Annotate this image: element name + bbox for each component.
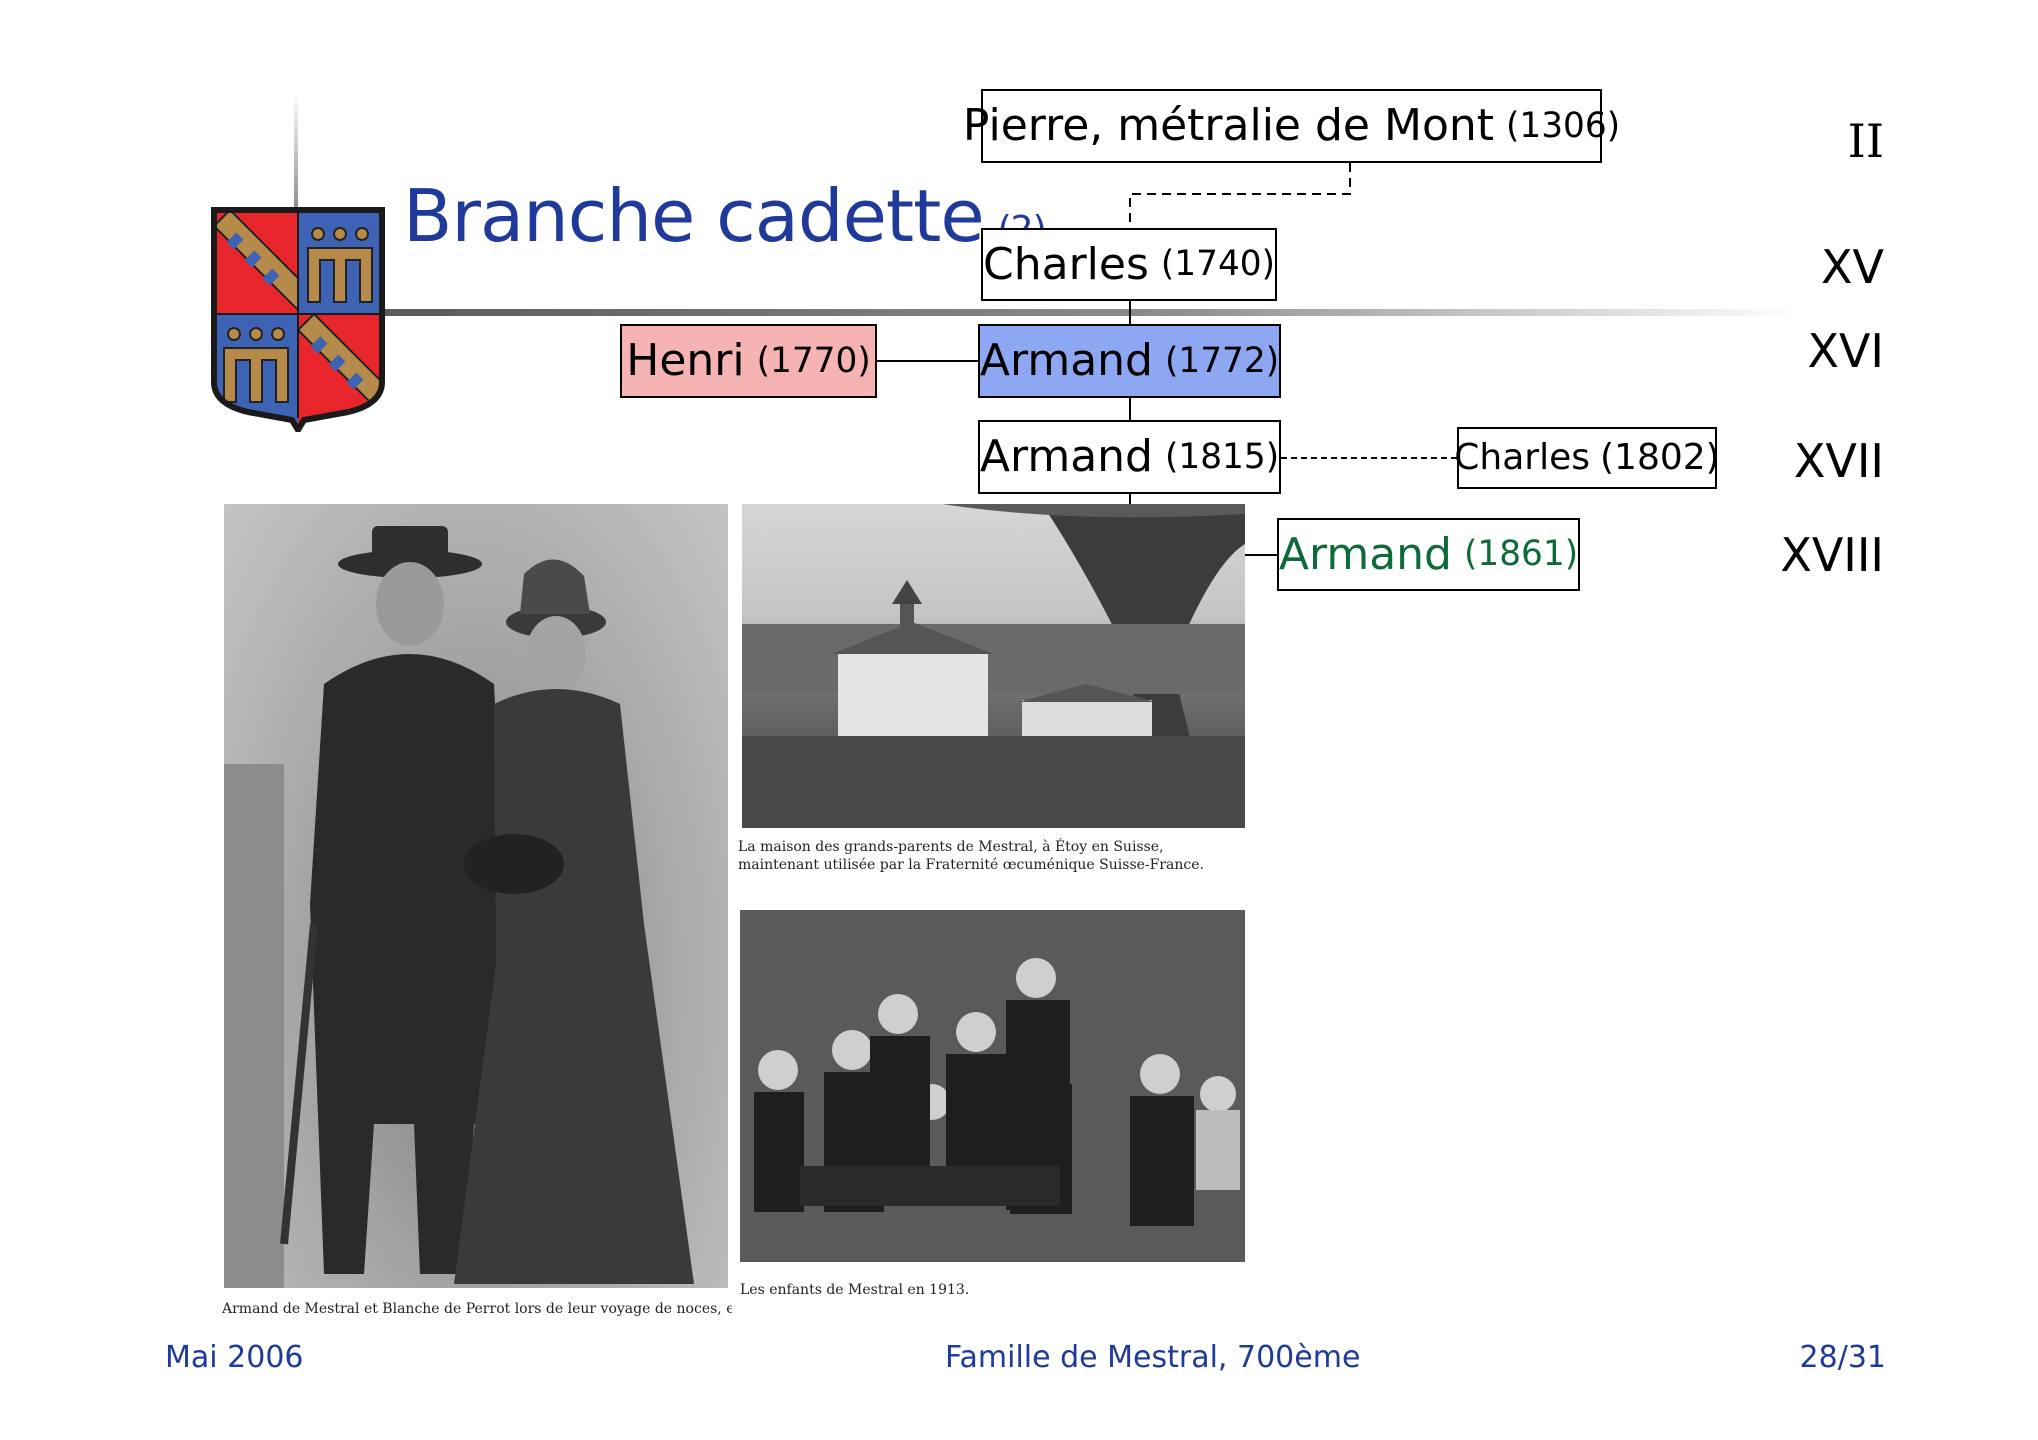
tree-node-year: (1772) — [1164, 340, 1280, 381]
footer-date: Mai 2006 — [165, 1340, 304, 1375]
tree-node-year: (1740) — [1160, 244, 1275, 285]
tree-node-name: Armand — [979, 335, 1153, 386]
tree-node-name: Charles — [1454, 437, 1591, 478]
children-group — [740, 910, 1245, 1262]
caption-couple: Armand de Mestral et Blanche de Perrot l… — [222, 1301, 732, 1317]
tree-node-armand-1772: Armand (1772) — [978, 324, 1281, 398]
tree-node-name: Armand — [1278, 528, 1452, 580]
house-scene — [742, 504, 1245, 828]
tree-node-year: (1306) — [1506, 105, 1621, 146]
tree-node-pierre: Pierre, métralie de Mont (1306) — [963, 89, 1620, 163]
tree-node-year: (1861) — [1463, 534, 1579, 575]
photo-children — [740, 910, 1245, 1262]
tree-node-armand-1815: Armand (1815) — [978, 420, 1281, 494]
tree-node-charles-1740: Charles (1740) — [981, 228, 1277, 301]
couple-silhouette — [224, 526, 694, 1288]
generation-label: XVII — [1793, 434, 1884, 488]
tree-node-year: (1815) — [1164, 436, 1280, 477]
tree-node-henri: Henri (1770) — [620, 324, 877, 398]
generation-label: XVIII — [1780, 528, 1884, 582]
footer-title: Famille de Mestral, 700ème — [945, 1340, 1361, 1375]
generation-label: XV — [1821, 240, 1884, 294]
photo-couple — [224, 504, 728, 1288]
tree-node-name: Armand — [979, 431, 1153, 482]
generation-label: XVI — [1807, 324, 1884, 378]
tree-node-charles-1802: Charles (1802) — [1454, 427, 1720, 489]
footer-page-number: 28/31 — [1799, 1340, 1886, 1375]
tree-node-armand-1861: Armand (1861) — [1277, 518, 1580, 591]
tree-node-name: Charles — [983, 238, 1149, 290]
tree-node-name: Henri — [626, 335, 745, 386]
caption-house: La maison des grands-parents de Mestral,… — [738, 839, 1204, 873]
caption-children: Les enfants de Mestral en 1913. — [740, 1282, 970, 1298]
tree-node-name: Pierre, métralie de Mont — [962, 100, 1494, 151]
photo-house — [742, 504, 1245, 828]
generation-label: II — [1847, 114, 1884, 168]
tree-node-year: (1770) — [756, 340, 871, 381]
connector-pierre-charles — [1129, 163, 1351, 228]
